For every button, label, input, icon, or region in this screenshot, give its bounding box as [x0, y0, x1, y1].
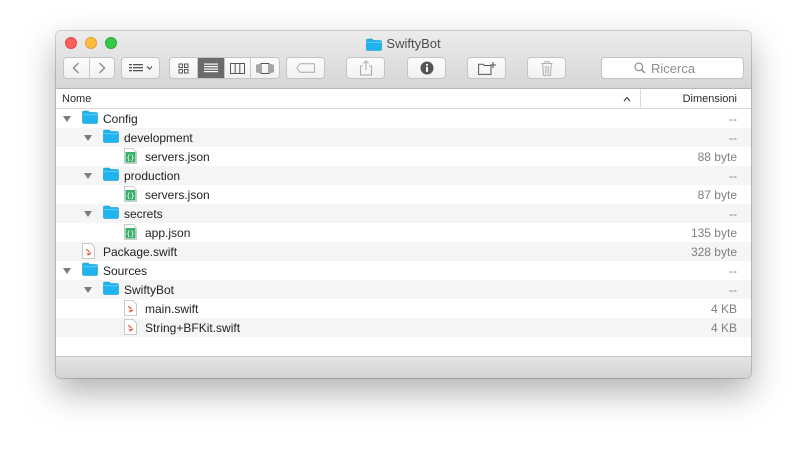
trash-icon [541, 60, 552, 76]
file-name: app.json [145, 226, 191, 240]
svg-text:{}: {} [126, 154, 134, 162]
toolbar: SwiftyBot [56, 31, 751, 89]
file-name: String+BFKit.swift [145, 321, 241, 335]
file-size: 87 byte [697, 188, 737, 202]
folder-icon [366, 38, 383, 56]
file-name: servers.json [145, 150, 210, 164]
list-view-icon [203, 63, 218, 73]
column-divider[interactable] [640, 89, 641, 108]
list-view-button[interactable] [197, 58, 225, 78]
file-size: -- [729, 112, 737, 126]
file-row[interactable]: {} app.json 135 byte [56, 223, 751, 242]
column-view-button[interactable] [225, 58, 252, 78]
file-size: 328 byte [690, 245, 737, 259]
disclosure-triangle-icon[interactable] [62, 113, 72, 123]
json-file-icon: {} [124, 224, 137, 243]
file-name: development [124, 131, 193, 145]
file-name: SwiftyBot [124, 283, 175, 297]
file-size: 4 KB [710, 302, 737, 316]
view-switcher [169, 57, 280, 79]
file-row[interactable]: secrets -- [56, 204, 751, 223]
json-file-icon: {} [124, 148, 137, 167]
swift-file-icon [82, 243, 95, 262]
info-button[interactable] [407, 57, 446, 79]
icon-view-icon [178, 63, 189, 73]
file-name: main.swift [145, 302, 199, 316]
file-row[interactable]: main.swift 4 KB [56, 299, 751, 318]
info-icon [420, 61, 433, 75]
file-size: -- [729, 131, 737, 145]
empty-row [56, 337, 751, 356]
file-row[interactable]: {} servers.json 88 byte [56, 147, 751, 166]
nav-buttons [63, 57, 115, 79]
search-icon [634, 62, 646, 74]
file-row[interactable]: Package.swift 328 byte [56, 242, 751, 261]
file-row[interactable]: development -- [56, 128, 751, 147]
chevron-left-icon [72, 62, 80, 74]
folder-icon [82, 262, 98, 279]
file-row[interactable]: {} servers.json 87 byte [56, 185, 751, 204]
file-row[interactable]: Sources -- [56, 261, 751, 280]
coverflow-view-icon [256, 62, 274, 74]
file-name: Sources [103, 264, 148, 278]
column-header: Nome Dimensioni [56, 89, 751, 109]
column-view-icon [229, 62, 245, 74]
file-size: -- [729, 264, 737, 278]
arrange-button[interactable] [121, 57, 160, 79]
file-size: -- [729, 207, 737, 221]
status-bar [56, 356, 751, 378]
file-size: -- [729, 283, 737, 297]
file-row[interactable]: String+BFKit.swift 4 KB [56, 318, 751, 337]
search-input[interactable] [651, 60, 711, 76]
file-name: servers.json [145, 188, 210, 202]
file-size: 4 KB [710, 321, 737, 335]
folder-icon [103, 281, 119, 298]
column-header-size[interactable]: Dimensioni [683, 93, 737, 105]
icon-view-button[interactable] [170, 58, 198, 78]
new-folder-button[interactable] [467, 57, 506, 79]
tag-icon [295, 63, 315, 73]
file-row[interactable]: production -- [56, 166, 751, 185]
folder-icon [103, 205, 119, 222]
coverflow-view-button[interactable] [251, 58, 279, 78]
chevron-right-icon [98, 62, 106, 74]
disclosure-triangle-icon[interactable] [83, 170, 93, 180]
svg-text:{}: {} [126, 192, 134, 200]
share-icon [359, 60, 372, 76]
disclosure-triangle-icon[interactable] [83, 284, 93, 294]
window-title: SwiftyBot [56, 35, 751, 53]
file-size: -- [729, 169, 737, 183]
window-title-text: SwiftyBot [386, 36, 441, 51]
search-field[interactable] [601, 57, 744, 79]
file-size: 88 byte [697, 150, 737, 164]
swift-file-icon [124, 319, 137, 338]
new-folder-icon [477, 61, 496, 75]
file-row[interactable]: SwiftyBot -- [56, 280, 751, 299]
disclosure-triangle-icon[interactable] [83, 208, 93, 218]
folder-icon [82, 110, 98, 127]
share-button[interactable] [346, 57, 385, 79]
file-list: Config -- development -- {} servers.json 88 by… [56, 109, 751, 356]
svg-text:{}: {} [126, 230, 134, 238]
file-row[interactable]: Config -- [56, 109, 751, 128]
arrange-menu-icon [128, 64, 152, 72]
back-button[interactable] [64, 58, 90, 78]
file-name: production [124, 169, 181, 183]
folder-icon [103, 167, 119, 184]
disclosure-triangle-icon[interactable] [62, 265, 72, 275]
sort-ascending-icon[interactable] [623, 93, 631, 105]
disclosure-triangle-icon[interactable] [83, 132, 93, 142]
forward-button[interactable] [90, 58, 115, 78]
tag-button[interactable] [286, 57, 325, 79]
json-file-icon: {} [124, 186, 137, 205]
file-name: secrets [124, 207, 163, 221]
finder-window: SwiftyBot Ricerca Nome Dimensioni Config… [56, 31, 751, 378]
folder-icon [103, 129, 119, 146]
file-size: 135 byte [690, 226, 737, 240]
column-header-name[interactable]: Nome [62, 93, 91, 105]
trash-button[interactable] [527, 57, 566, 79]
file-name: Config [103, 112, 138, 126]
swift-file-icon [124, 300, 137, 319]
file-name: Package.swift [103, 245, 178, 259]
